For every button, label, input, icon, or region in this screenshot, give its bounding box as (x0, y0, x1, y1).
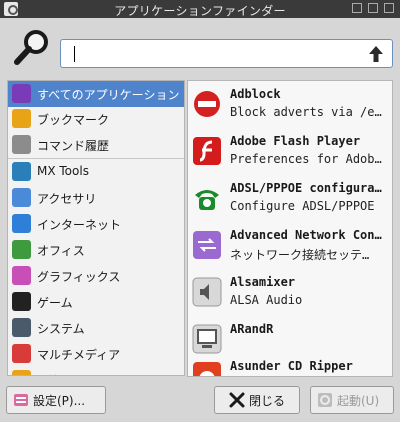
category-separator (8, 158, 184, 159)
application-description: ALSA Audio (230, 293, 303, 307)
category-item[interactable]: ブックマーク (8, 106, 184, 132)
cd-icon (193, 362, 221, 376)
category-label: オフィス (37, 244, 85, 258)
maximize-button[interactable] (368, 3, 378, 13)
application-description: Preferences for Adob… (230, 152, 382, 166)
preferences-icon (14, 394, 28, 406)
category-label: ゲーム (37, 296, 73, 310)
magnifier-icon (14, 30, 48, 65)
application-description: Configure ADSL/PPPOE (230, 199, 375, 213)
window-title: アプリケーションファインダー (114, 4, 286, 18)
category-item[interactable]: MX Tools (8, 159, 184, 185)
application-name: Advanced Network Con… (230, 228, 382, 242)
office-icon (12, 240, 31, 259)
application-item[interactable]: Adblock Block adverts via /e… (188, 81, 392, 128)
category-item[interactable]: オフィス (8, 237, 184, 263)
category-label: マルチメディア (37, 348, 121, 362)
telephone-icon (195, 190, 219, 210)
application-item[interactable]: Adobe Flash Player Preferences for Adob… (188, 128, 392, 175)
speaker-icon (192, 277, 222, 307)
game-icon (12, 292, 31, 311)
category-label: すべてのアプリケーション (37, 88, 180, 102)
category-label: MX Tools (37, 164, 89, 178)
category-item[interactable]: アクセサリ (8, 185, 184, 211)
application-name: Adblock (230, 87, 281, 101)
application-item[interactable]: Alsamixer ALSA Audio (188, 269, 392, 316)
title-bar: アプリケーションファインダー (0, 0, 400, 18)
category-label: アクセサリ (37, 192, 97, 206)
launch-button[interactable]: 起動(U) (310, 386, 394, 414)
grid-icon (12, 84, 31, 103)
category-label: インターネット (37, 218, 122, 232)
scissors-icon (12, 188, 31, 207)
no-entry-icon (194, 91, 220, 117)
application-name: ADSL/PPPOE configura… (230, 181, 382, 195)
gears-icon (12, 135, 31, 154)
application-description: Block adverts via /e… (230, 105, 382, 119)
category-label: コマンド履歴 (37, 139, 110, 153)
text-caret (74, 46, 75, 62)
application-item[interactable]: Advanced Network Con… ネットワーク接続セッテ… (188, 222, 392, 269)
multimedia-icon (12, 344, 31, 363)
category-item[interactable]: 開発 (8, 367, 184, 375)
close-x-icon (229, 392, 245, 408)
settings-button-label: 設定(P)... (33, 394, 86, 408)
network-arrows-icon (193, 231, 221, 259)
tools-icon (12, 162, 31, 181)
category-item[interactable]: インターネット (8, 211, 184, 237)
application-description: ネットワーク接続セッテ… (230, 248, 370, 262)
system-icon (12, 318, 31, 337)
minimize-button[interactable] (352, 3, 362, 13)
category-item[interactable]: グラフィックス (8, 263, 184, 289)
category-item[interactable]: マルチメディア (8, 341, 184, 367)
application-name: Adobe Flash Player (230, 134, 361, 148)
category-label: システム (37, 322, 85, 336)
globe-icon (12, 214, 31, 233)
launch-button-label: 起動(U) (337, 394, 380, 408)
category-label: グラフィックス (37, 270, 121, 284)
launch-gear-icon (318, 393, 332, 407)
arrow-up-icon[interactable] (368, 45, 384, 63)
category-label: 開発 (37, 372, 182, 375)
search-field[interactable] (60, 39, 393, 68)
monitor-icon (192, 324, 222, 354)
application-name: Alsamixer (230, 275, 296, 289)
category-item[interactable]: すべてのアプリケーション (8, 81, 184, 107)
application-name: ARandR (230, 322, 274, 336)
scroll-edge-indicator (188, 376, 393, 377)
category-item[interactable]: ゲーム (8, 289, 184, 315)
star-icon (12, 109, 31, 128)
close-button[interactable]: 閉じる (214, 386, 300, 414)
category-list[interactable]: すべてのアプリケーション ブックマーク コマンド履歴 MX Tools アクセサリインタ… (7, 80, 185, 376)
settings-button[interactable]: 設定(P)... (6, 386, 106, 414)
application-list[interactable]: Adblock Block adverts via /e… Adobe Flash … (187, 80, 393, 377)
search-input[interactable] (73, 44, 353, 64)
category-label: ブックマーク (37, 113, 110, 127)
category-item[interactable]: コマンド履歴 (8, 132, 184, 158)
graphics-icon (12, 266, 31, 285)
flash-icon (193, 137, 221, 165)
close-window-button[interactable] (384, 3, 394, 13)
close-button-label: 閉じる (249, 394, 286, 408)
development-icon (12, 370, 31, 375)
application-name: Asunder CD Ripper (230, 359, 353, 373)
category-item[interactable]: システム (8, 315, 184, 341)
application-item[interactable]: Asunder CD Ripper (188, 353, 392, 376)
application-item[interactable]: ADSL/PPPOE configura… Configure ADSL/PPPO… (188, 175, 392, 222)
